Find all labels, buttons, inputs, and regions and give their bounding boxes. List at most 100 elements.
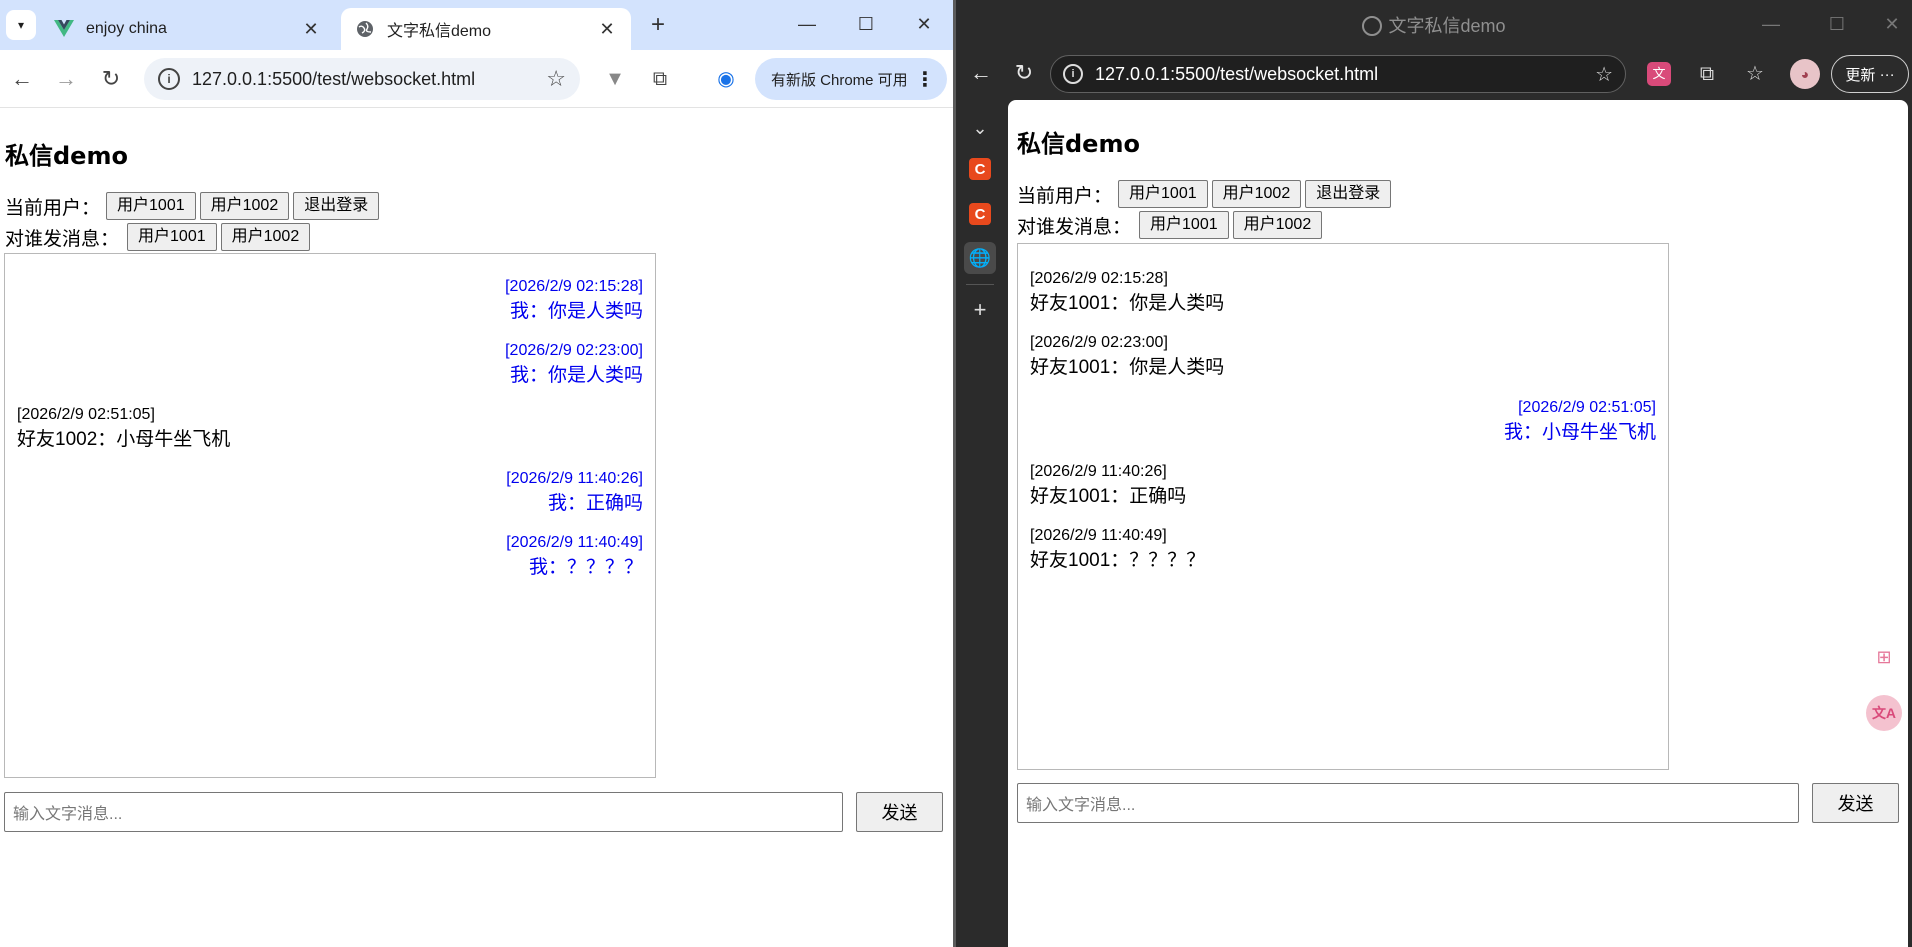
minimize-icon[interactable]: — <box>1760 13 1782 35</box>
logout-button[interactable]: 退出登录 <box>1305 180 1392 208</box>
logout-button[interactable]: 退出登录 <box>293 192 380 220</box>
page-title: 私信demo <box>5 142 128 170</box>
extensions-puzzle-icon[interactable]: ⧉ <box>1693 60 1721 88</box>
message-time: [2026/2/9 02:23:00] <box>505 342 643 359</box>
message-text: 好友1001：你是人类吗 <box>1030 293 1225 314</box>
edge-sidebar: ⌄ C C 🌐 + <box>956 100 1004 947</box>
more-menu-icon[interactable]: ··· <box>1880 66 1895 83</box>
message-list[interactable]: [2026/2/9 02:15:28] 好友1001：你是人类吗 [2026/2… <box>1017 243 1669 770</box>
message-item: [2026/2/9 11:40:26] 好友1001：正确吗 <box>1030 461 1656 511</box>
page-title: 私信demo <box>1017 130 1140 158</box>
message-input[interactable]: 输入文字消息... <box>1017 783 1799 823</box>
message-text: 好友1001：？？？？ <box>1030 550 1206 571</box>
minimize-icon[interactable]: — <box>795 12 819 36</box>
close-window-icon[interactable]: ✕ <box>912 12 936 36</box>
window-title-text: 文字私信demo <box>1388 16 1506 36</box>
login-user-1001-button[interactable]: 用户1001 <box>106 192 196 220</box>
send-to-label: 对谁发消息： <box>5 228 120 250</box>
current-user-label: 当前用户： <box>1017 185 1113 207</box>
send-to-user-1002-button[interactable]: 用户1002 <box>1232 211 1323 239</box>
tab-title: enjoy china <box>86 20 167 37</box>
csdn-app-icon[interactable]: C <box>969 203 991 225</box>
avatar[interactable]: ◕ <box>1790 59 1820 89</box>
site-info-icon[interactable]: i <box>158 68 180 90</box>
apps-sparkle-icon[interactable]: ⊞ <box>1866 639 1902 675</box>
favorite-star-icon[interactable]: ☆ <box>1595 62 1613 87</box>
sidebar-collapse-chevron-icon[interactable]: ⌄ <box>964 112 996 144</box>
address-url: 127.0.0.1:5500/test/websocket.html <box>192 68 476 89</box>
chrome-window: ▾ enjoy china ✕ 文字私信demo ✕ + — ☐ ✕ ← → ↻… <box>0 0 953 947</box>
send-button[interactable]: 发送 <box>1812 783 1899 823</box>
tab-enjoy-china[interactable]: enjoy china ✕ <box>40 8 335 50</box>
message-item: [2026/2/9 02:15:28] 好友1001：你是人类吗 <box>1030 268 1656 318</box>
desktop: ▾ enjoy china ✕ 文字私信demo ✕ + — ☐ ✕ ← → ↻… <box>0 0 1912 947</box>
message-time: [2026/2/9 11:40:26] <box>1030 463 1167 480</box>
maximize-icon[interactable]: ☐ <box>1826 13 1848 35</box>
translate-float-icon[interactable]: 文A <box>1866 695 1902 731</box>
more-menu-icon[interactable]: ⋮ <box>915 67 935 92</box>
extensions-puzzle-icon[interactable]: ⧉ <box>646 65 674 93</box>
message-time: [2026/2/9 02:15:28] <box>1030 270 1168 287</box>
current-user-row: 当前用户： 用户1001 用户1002 退出登录 <box>1017 180 1392 208</box>
bookmark-star-icon[interactable]: ☆ <box>546 66 566 92</box>
message-time: [2026/2/9 11:40:26] <box>506 470 643 487</box>
translate-extension-icon[interactable]: 文 <box>1647 62 1671 86</box>
left-page-content: 私信demo 当前用户： 用户1001 用户1002 退出登录 对谁发消息： 用… <box>0 108 953 947</box>
send-button[interactable]: 发送 <box>856 792 943 832</box>
address-url: 127.0.0.1:5500/test/websocket.html <box>1095 63 1379 84</box>
csdn-app-icon[interactable]: C <box>969 158 991 180</box>
reload-icon[interactable]: ↻ <box>97 65 125 93</box>
edge-titlebar: 文字私信demo — ☐ ✕ <box>956 0 1912 48</box>
profile-icon[interactable]: ◉ <box>712 65 740 93</box>
reload-icon[interactable]: ↻ <box>1011 60 1037 86</box>
new-tab-plus-icon[interactable]: + <box>645 12 671 38</box>
close-window-icon[interactable]: ✕ <box>1881 13 1903 35</box>
address-bar[interactable]: i 127.0.0.1:5500/test/websocket.html ☆ <box>144 58 580 100</box>
message-time: [2026/2/9 02:51:05] <box>17 406 155 423</box>
globe-icon[interactable]: 🌐 <box>964 242 996 274</box>
favorites-icon[interactable]: ☆ <box>1741 60 1769 88</box>
send-to-user-1002-button[interactable]: 用户1002 <box>220 223 311 251</box>
tab-search-chevron-icon[interactable]: ▾ <box>6 10 36 40</box>
message-time: [2026/2/9 02:15:28] <box>505 278 643 295</box>
message-text: 我：小母牛坐飞机 <box>1503 422 1656 443</box>
close-tab-icon[interactable]: ✕ <box>301 19 321 40</box>
message-item: [2026/2/9 02:51:05] 我：小母牛坐飞机 <box>1030 397 1656 447</box>
tab-private-message-demo[interactable]: 文字私信demo ✕ <box>341 8 631 50</box>
login-user-1002-button[interactable]: 用户1002 <box>199 192 290 220</box>
add-plus-icon[interactable]: + <box>964 294 996 326</box>
message-time: [2026/2/9 11:40:49] <box>1030 527 1167 544</box>
forward-arrow-icon[interactable]: → <box>52 65 80 93</box>
message-item: [2026/2/9 02:23:00] 好友1001：你是人类吗 <box>1030 332 1656 382</box>
login-user-1001-button[interactable]: 用户1001 <box>1118 180 1208 208</box>
right-page-content: 私信demo 当前用户： 用户1001 用户1002 退出登录 对谁发消息： 用… <box>1008 100 1908 947</box>
vue-devtools-extension-icon[interactable]: ▼ <box>601 65 629 93</box>
send-to-user-1001-button[interactable]: 用户1001 <box>127 223 217 251</box>
current-user-label: 当前用户： <box>5 197 101 219</box>
tab-title: 文字私信demo <box>387 23 492 40</box>
send-to-user-1001-button[interactable]: 用户1001 <box>1139 211 1229 239</box>
current-user-row: 当前用户： 用户1001 用户1002 退出登录 <box>5 192 380 220</box>
back-arrow-icon[interactable]: ← <box>968 60 994 86</box>
edge-window: 文字私信demo — ☐ ✕ ← ↻ i 127.0.0.1:5500/test… <box>956 0 1912 947</box>
site-info-icon[interactable]: i <box>1063 64 1083 84</box>
message-text: 我：你是人类吗 <box>509 301 643 322</box>
chrome-update-button[interactable]: 有新版 Chrome 可用 ⋮ <box>755 58 947 100</box>
close-tab-icon[interactable]: ✕ <box>597 19 617 40</box>
update-label: 有新版 Chrome 可用 <box>771 71 908 89</box>
globe-icon <box>1362 16 1383 36</box>
message-item: [2026/2/9 02:23:00] 我：你是人类吗 <box>17 340 643 390</box>
message-time: [2026/2/9 11:40:49] <box>506 534 643 551</box>
edge-update-button[interactable]: 更新 ··· <box>1831 55 1909 93</box>
message-list[interactable]: [2026/2/9 02:15:28] 我：你是人类吗 [2026/2/9 02… <box>4 253 656 778</box>
login-user-1002-button[interactable]: 用户1002 <box>1211 180 1302 208</box>
message-item: [2026/2/9 02:15:28] 我：你是人类吗 <box>17 276 643 326</box>
update-label: 更新 <box>1845 66 1876 84</box>
maximize-icon[interactable]: ☐ <box>854 12 878 36</box>
address-bar[interactable]: i 127.0.0.1:5500/test/websocket.html ☆ <box>1050 55 1626 93</box>
message-time: [2026/2/9 02:51:05] <box>1518 399 1656 416</box>
message-time: [2026/2/9 02:23:00] <box>1030 334 1168 351</box>
send-to-row: 对谁发消息： 用户1001 用户1002 <box>1017 211 1323 239</box>
message-input[interactable]: 输入文字消息... <box>4 792 843 832</box>
back-arrow-icon[interactable]: ← <box>8 65 36 93</box>
